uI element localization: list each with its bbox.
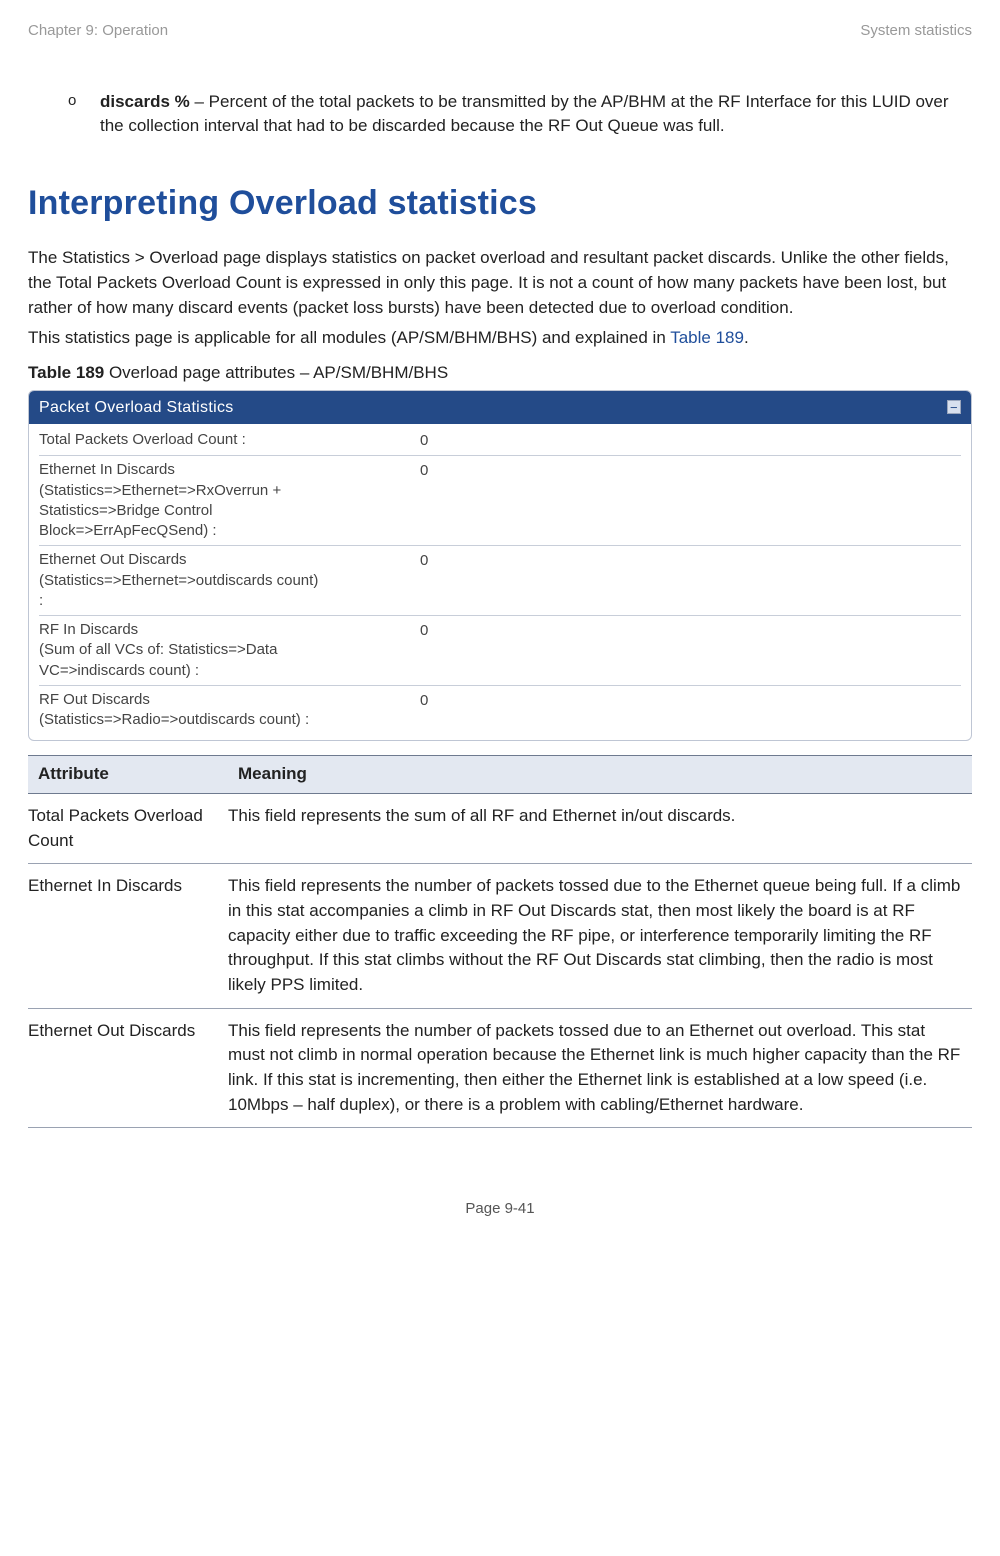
table-caption: Table 189 Overload page attributes – AP/… [28,361,972,386]
table-caption-bold: Table 189 [28,363,104,382]
page-header: Chapter 9: Operation System statistics [28,20,972,42]
panel-row: RF Out Discards (Statistics=>Radio=>outd… [39,686,961,735]
meaning-cell: This field represents the sum of all RF … [228,794,972,864]
attribute-table: Attribute Meaning Total Packets Overload… [28,755,972,1128]
panel-row-value: 0 [414,550,428,572]
table-header-row: Attribute Meaning [28,756,972,794]
paragraph-2-post: . [744,328,749,347]
table-row: Ethernet In Discards This field represen… [28,864,972,1008]
panel-row: Total Packets Overload Count : 0 [39,426,961,457]
attr-cell: Total Packets Overload Count [28,794,228,864]
panel-header: Packet Overload Statistics − [29,391,971,424]
panel-row: RF In Discards (Sum of all VCs of: Stati… [39,616,961,686]
panel-row-value: 0 [414,690,428,712]
panel-row: Ethernet Out Discards (Statistics=>Ether… [39,546,961,616]
table-189-link[interactable]: Table 189 [670,328,744,347]
panel-row-label: RF Out Discards (Statistics=>Radio=>outd… [39,690,414,731]
panel-row-label: Total Packets Overload Count : [39,430,414,450]
panel-row-label: RF In Discards (Sum of all VCs of: Stati… [39,620,414,681]
panel-title: Packet Overload Statistics [39,396,234,419]
list-content: discards % – Percent of the total packet… [100,90,972,139]
panel-row: Ethernet In Discards (Statistics=>Ethern… [39,456,961,546]
panel-body: Total Packets Overload Count : 0 Etherne… [29,424,971,741]
packet-overload-panel: Packet Overload Statistics − Total Packe… [28,390,972,742]
panel-row-label: Ethernet Out Discards (Statistics=>Ether… [39,550,414,611]
attr-cell: Ethernet Out Discards [28,1008,228,1128]
attr-cell: Ethernet In Discards [28,864,228,1008]
panel-row-value: 0 [414,460,428,482]
paragraph-2: This statistics page is applicable for a… [28,326,972,351]
meaning-cell: This field represents the number of pack… [228,864,972,1008]
collapse-icon[interactable]: − [947,400,961,414]
th-attribute: Attribute [28,756,228,794]
paragraph-2-pre: This statistics page is applicable for a… [28,328,670,347]
table-row: Total Packets Overload Count This field … [28,794,972,864]
section-heading: Interpreting Overload statistics [28,179,972,228]
table-caption-rest: Overload page attributes – AP/SM/BHM/BHS [104,363,448,382]
table-row: Ethernet Out Discards This field represe… [28,1008,972,1128]
bullet-discards-percent: o discards % – Percent of the total pack… [68,90,972,139]
panel-row-value: 0 [414,430,428,452]
list-rest: – Percent of the total packets to be tra… [100,92,949,136]
panel-row-value: 0 [414,620,428,642]
header-right: System statistics [860,20,972,42]
meaning-cell: This field represents the number of pack… [228,1008,972,1128]
list-bold: discards % [100,92,190,111]
panel-row-label: Ethernet In Discards (Statistics=>Ethern… [39,460,414,541]
list-marker: o [68,90,100,139]
paragraph-1: The Statistics > Overload page displays … [28,246,972,320]
header-left: Chapter 9: Operation [28,20,168,42]
page-footer: Page 9-41 [28,1198,972,1220]
th-meaning: Meaning [228,756,972,794]
